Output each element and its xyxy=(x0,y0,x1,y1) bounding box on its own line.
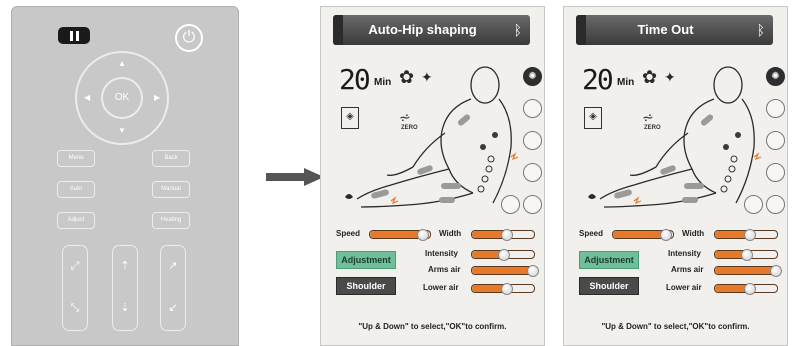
width-slider[interactable] xyxy=(471,229,535,241)
intensity-slider[interactable] xyxy=(714,249,778,261)
instruction-hint: "Up & Down" to select,"OK"to confirm. xyxy=(601,322,750,331)
arms-air-slider[interactable] xyxy=(714,265,782,277)
intensity-label: Intensity xyxy=(668,249,701,258)
massage-mode-circle-5[interactable] xyxy=(523,195,542,214)
menu-button[interactable]: Menu xyxy=(57,150,95,167)
intensity-label: Intensity xyxy=(425,249,458,258)
back-button[interactable]: Back xyxy=(152,150,190,167)
arms-air-slider-fill xyxy=(715,267,776,274)
power-button[interactable]: ⏻ xyxy=(175,24,203,52)
width-label: Width xyxy=(439,229,462,238)
massage-mode-circle-6[interactable] xyxy=(744,195,763,214)
arms-air-slider-thumb[interactable] xyxy=(770,265,782,277)
adjustment-button[interactable]: Adjustment xyxy=(579,251,639,269)
chair-screen-1: Auto-Hip shaping ᛒ 20 Min ✿ ✦ ◈ ⩫ ZERO ✺… xyxy=(320,6,545,346)
speed-label: Speed xyxy=(579,229,604,238)
zero-gravity-down-icon[interactable]: ⇣ xyxy=(117,300,133,316)
speed-slider-fill xyxy=(613,231,666,238)
direction-pad: ▲ ▼ ◀ ▶ OK xyxy=(75,51,169,145)
adjustment-button[interactable]: Adjustment xyxy=(336,251,396,269)
intensity-slider-thumb[interactable] xyxy=(498,249,510,261)
body-figure xyxy=(345,66,519,208)
speed-slider[interactable] xyxy=(612,229,674,241)
auto-button[interactable]: Auto xyxy=(57,181,95,198)
lower-air-label: Lower air xyxy=(666,283,702,292)
body-figure xyxy=(588,66,762,208)
leg-rest-down-icon[interactable]: ↙ xyxy=(165,300,181,316)
width-slider-thumb[interactable] xyxy=(501,229,513,241)
shoulder-button[interactable]: Shoulder xyxy=(579,277,639,295)
lower-air-slider-thumb[interactable] xyxy=(501,283,513,295)
instruction-hint: "Up & Down" to select,"OK"to confirm. xyxy=(358,322,507,331)
chair-screen-2: Time Out ᛒ 20 Min ✿ ✦ ◈ ⩫ ZERO ✺ Speed W… xyxy=(563,6,788,346)
massage-mode-circle-active[interactable]: ✺ xyxy=(766,67,785,86)
width-slider[interactable] xyxy=(714,229,778,241)
recline-back-icon[interactable]: ⤢ xyxy=(67,258,83,274)
massage-mode-circle-4[interactable] xyxy=(766,163,785,182)
lower-air-slider[interactable] xyxy=(471,283,535,295)
zero-gravity-pill: ⇡ ⇣ xyxy=(112,245,138,331)
arms-air-slider[interactable] xyxy=(471,265,539,277)
massage-mode-circle-active[interactable]: ✺ xyxy=(523,67,542,86)
remote-control: ⏻ ▲ ▼ ◀ ▶ OK Menu Back Auto Manual Adjus… xyxy=(11,6,239,346)
massage-mode-circle-6[interactable] xyxy=(501,195,520,214)
manual-button[interactable]: Manual xyxy=(152,181,190,198)
width-label: Width xyxy=(682,229,705,238)
speed-slider-thumb[interactable] xyxy=(660,229,672,241)
arms-air-slider-fill xyxy=(472,267,533,274)
arms-air-slider-thumb[interactable] xyxy=(527,265,539,277)
width-slider-thumb[interactable] xyxy=(744,229,756,241)
recline-pill: ⤢ ⤡ xyxy=(62,245,88,331)
speed-slider-thumb[interactable] xyxy=(417,229,429,241)
arms-air-label: Arms air xyxy=(428,265,461,274)
up-arrow-button[interactable]: ▲ xyxy=(118,59,126,68)
ok-button[interactable]: OK xyxy=(101,77,143,119)
massage-mode-circle-2[interactable] xyxy=(523,99,542,118)
heating-button[interactable]: Heating xyxy=(152,212,190,229)
transition-arrow-icon xyxy=(266,168,324,186)
massage-mode-circle-5[interactable] xyxy=(766,195,785,214)
speed-slider-fill xyxy=(370,231,423,238)
arms-air-label: Arms air xyxy=(671,265,704,274)
pause-button[interactable] xyxy=(58,27,90,44)
lower-air-label: Lower air xyxy=(423,283,459,292)
intensity-slider-thumb[interactable] xyxy=(741,249,753,261)
lower-air-slider[interactable] xyxy=(714,283,778,295)
leg-rest-pill: ↗ ↙ xyxy=(160,245,186,331)
massage-mode-circle-2[interactable] xyxy=(766,99,785,118)
massage-mode-circle-3[interactable] xyxy=(766,131,785,150)
speed-slider[interactable] xyxy=(369,229,431,241)
leg-rest-up-icon[interactable]: ↗ xyxy=(165,258,181,274)
massage-mode-circle-3[interactable] xyxy=(523,131,542,150)
speed-label: Speed xyxy=(336,229,361,238)
lower-air-slider-thumb[interactable] xyxy=(744,283,756,295)
down-arrow-button[interactable]: ▼ xyxy=(118,126,126,135)
intensity-slider[interactable] xyxy=(471,249,535,261)
zero-gravity-up-icon[interactable]: ⇡ xyxy=(117,258,133,274)
adjust-button[interactable]: Adjust xyxy=(57,212,95,229)
shoulder-button[interactable]: Shoulder xyxy=(336,277,396,295)
recline-forward-icon[interactable]: ⤡ xyxy=(67,300,83,316)
right-arrow-button[interactable]: ▶ xyxy=(154,93,160,102)
left-arrow-button[interactable]: ◀ xyxy=(84,93,90,102)
massage-mode-circle-4[interactable] xyxy=(523,163,542,182)
